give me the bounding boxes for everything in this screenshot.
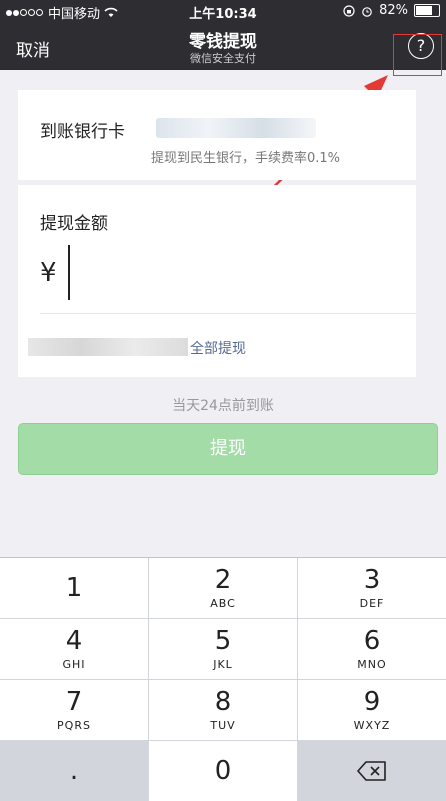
bank-card-label: 到账银行卡 xyxy=(40,122,125,142)
alarm-icon xyxy=(362,6,372,17)
key-number: 6 xyxy=(363,626,381,656)
key-letters: TUV xyxy=(210,719,236,732)
key-letters: PQRS xyxy=(57,719,91,732)
key-number: 4 xyxy=(65,626,83,656)
bank-name-obscured xyxy=(156,118,316,138)
key-9[interactable]: 9 WXYZ xyxy=(298,680,446,740)
status-bar: 中国移动 上午10:34 82% xyxy=(0,0,446,22)
key-6[interactable]: 6 MNO xyxy=(298,619,446,679)
key-backspace[interactable] xyxy=(298,741,446,801)
currency-symbol: ¥ xyxy=(40,258,57,288)
rotation-lock-icon xyxy=(343,4,355,17)
key-number: 8 xyxy=(214,687,232,717)
withdraw-button[interactable]: 提现 xyxy=(18,423,438,475)
key-number: . xyxy=(69,756,79,786)
key-2[interactable]: 2 ABC xyxy=(149,558,297,618)
page-subtitle: 微信安全支付 xyxy=(190,52,256,65)
key-0[interactable]: 0 xyxy=(149,741,297,801)
key-1[interactable]: 1 xyxy=(0,558,148,618)
key-number: 2 xyxy=(214,565,232,595)
key-letters: JKL xyxy=(213,658,233,671)
amount-label: 提现金额 xyxy=(40,214,108,234)
key-letters: GHI xyxy=(62,658,86,671)
key-letters: DEF xyxy=(359,597,385,610)
key-number: 3 xyxy=(363,565,381,595)
key-number: 0 xyxy=(214,756,232,786)
bank-card-section[interactable]: 到账银行卡 提现到民生银行，手续费率0.1% xyxy=(18,90,416,180)
key-letters: WXYZ xyxy=(353,719,391,732)
bank-card-hint: 提现到民生银行，手续费率0.1% xyxy=(151,151,341,166)
key-letters: MNO xyxy=(357,658,387,671)
status-right: 82% xyxy=(343,3,440,18)
key-number: 5 xyxy=(214,626,232,656)
key-number: 9 xyxy=(363,687,381,717)
key-dot[interactable]: . xyxy=(0,741,148,801)
withdraw-all-link[interactable]: 全部提现 xyxy=(190,338,246,358)
key-number: 1 xyxy=(65,573,83,603)
annotation-box xyxy=(393,34,442,76)
amount-input[interactable] xyxy=(68,245,70,300)
key-letters: ABC xyxy=(210,597,236,610)
key-3[interactable]: 3 DEF xyxy=(298,558,446,618)
amount-section: 提现金额 ¥ 全部提现 xyxy=(18,185,416,377)
arrival-note: 当天24点前到账 xyxy=(172,398,274,414)
nav-bar: 取消 零钱提现 微信安全支付 ? xyxy=(0,22,446,70)
battery-fill xyxy=(416,6,433,15)
page-title: 零钱提现 xyxy=(189,32,257,52)
key-8[interactable]: 8 TUV xyxy=(149,680,297,740)
key-4[interactable]: 4 GHI xyxy=(0,619,148,679)
battery-icon xyxy=(414,4,440,17)
divider xyxy=(40,313,416,314)
balance-obscured xyxy=(28,338,188,356)
key-5[interactable]: 5 JKL xyxy=(149,619,297,679)
backspace-icon xyxy=(357,761,386,781)
key-7[interactable]: 7 PQRS xyxy=(0,680,148,740)
battery-percent: 82% xyxy=(379,3,408,18)
numeric-keypad: 1 2 ABC 3 DEF 4 GHI 5 JKL 6 MNO 7 PQRS 8 TUV 9 WXYZ. 0 xyxy=(0,557,446,801)
key-number: 7 xyxy=(65,687,83,717)
